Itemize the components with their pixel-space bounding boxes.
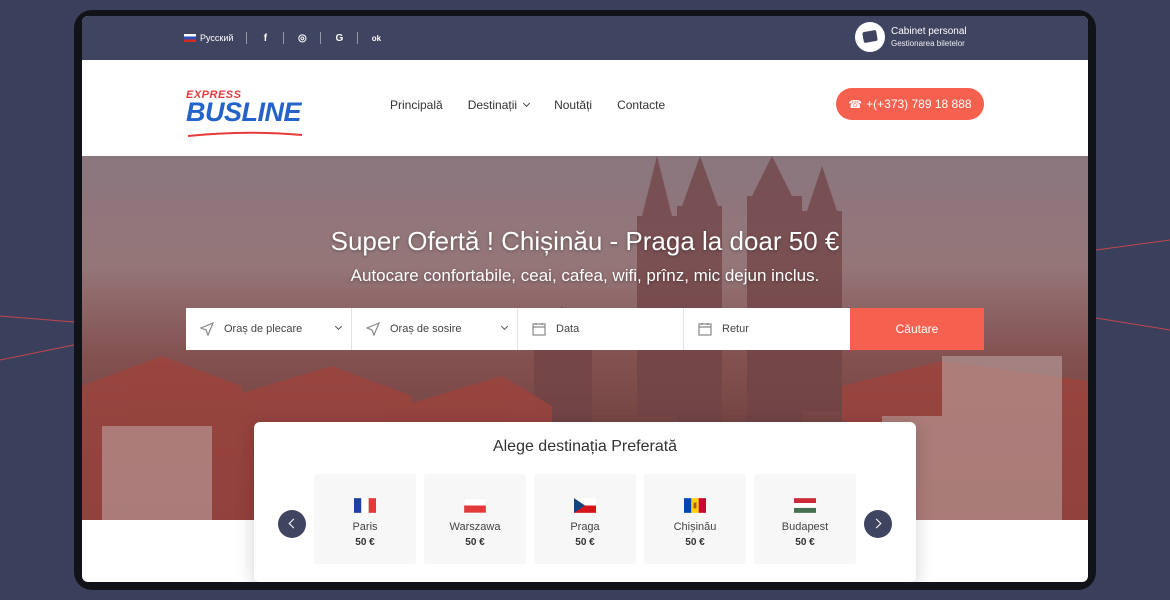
date-placeholder: Data: [556, 323, 580, 335]
destinations-card: Alege destinația Preferată Paris 50 € Wa…: [254, 422, 916, 582]
location-arrow-icon: [366, 322, 380, 336]
main-nav: Principală Destinații Noutăți Contacte: [390, 98, 690, 112]
location-arrow-icon: [200, 322, 214, 336]
nav-item-destinatii[interactable]: Destinații: [468, 98, 531, 112]
destination-price: 50 €: [355, 537, 375, 548]
hero-title: Super Ofertă ! Chișinău - Praga la doar …: [330, 226, 840, 256]
destinations-title: Alege destinația Preferată: [492, 438, 678, 455]
chevron-down-icon: [500, 322, 509, 331]
search-form: Oraș de plecare Oraș de sosire Data Retu…: [186, 308, 984, 350]
nav-item-noutati[interactable]: Noutăți: [554, 98, 592, 112]
cabinet-title: Cabinet personal: [891, 26, 967, 37]
destination-city: Paris: [352, 521, 378, 533]
destination-card-paris[interactable]: Paris 50 €: [314, 474, 416, 564]
chevron-down-icon: [523, 99, 531, 107]
phone-icon: ☎: [848, 98, 863, 111]
phone-prefix: +: [866, 97, 874, 111]
carousel-next-button[interactable]: [864, 510, 892, 538]
top-bar: Русский f ◎ G ok Cabinet personal Gestio…: [82, 16, 1088, 60]
destination-price: 50 €: [575, 537, 595, 548]
calendar-icon: [532, 323, 546, 336]
personal-cabinet-link[interactable]: Cabinet personal Gestionarea biletelor: [855, 22, 967, 52]
search-button[interactable]: Căutare: [850, 308, 984, 350]
destinations-list: Paris 50 € Warszawa 50 € Praga 50 € Chiș…: [314, 474, 864, 564]
destination-city: Chișinău: [673, 521, 717, 533]
destination-price: 50 €: [685, 537, 705, 548]
ticket-icon: [855, 22, 885, 52]
phone-number: (+373) 789 18 888: [873, 97, 972, 111]
nav-item-principala[interactable]: Principală: [390, 98, 443, 112]
departure-city-select[interactable]: Oraș de plecare: [186, 308, 352, 350]
facebook-icon[interactable]: f: [260, 33, 270, 44]
destination-price: 50 €: [795, 537, 815, 548]
destination-card-praga[interactable]: Praga 50 €: [534, 474, 636, 564]
destination-price: 50 €: [465, 537, 485, 548]
carousel-prev-button[interactable]: [278, 510, 306, 538]
moldova-flag-icon: [684, 498, 706, 513]
nav-item-contacte[interactable]: Contacte: [617, 98, 665, 112]
destination-city: Budapest: [781, 521, 829, 533]
return-date-input[interactable]: Retur: [684, 308, 850, 350]
odnoklassniki-icon[interactable]: ok: [371, 34, 381, 43]
destination-card-warszawa[interactable]: Warszawa 50 €: [424, 474, 526, 564]
date-input[interactable]: Data: [518, 308, 684, 350]
phone-button[interactable]: ☎ + (+373) 789 18 888: [836, 88, 984, 120]
google-icon[interactable]: G: [334, 33, 344, 44]
logo[interactable]: EXPRESS BUSLINE: [186, 90, 304, 142]
czech-flag-icon: [574, 498, 596, 513]
departure-city-placeholder: Oraș de plecare: [224, 323, 303, 335]
language-selector[interactable]: Русский: [184, 33, 233, 43]
destination-card-chisinau[interactable]: Chișinău 50 €: [644, 474, 746, 564]
logo-swoosh: [187, 131, 303, 137]
calendar-icon: [698, 323, 712, 336]
arrival-city-placeholder: Oraș de sosire: [390, 323, 462, 335]
chevron-down-icon: [334, 322, 343, 331]
hero-subtitle: Autocare confortabile, ceai, cafea, wifi…: [350, 266, 820, 285]
logo-main-text: BUSLINE: [186, 97, 302, 127]
destination-city: Warszawa: [449, 521, 501, 533]
france-flag-icon: [354, 498, 376, 513]
poland-flag-icon: [464, 498, 486, 513]
cabinet-subtitle: Gestionarea biletelor: [891, 39, 965, 48]
language-label: Русский: [200, 33, 234, 43]
destination-city: Praga: [570, 521, 600, 533]
hungary-flag-icon: [794, 498, 816, 513]
return-date-placeholder: Retur: [722, 323, 749, 335]
instagram-icon[interactable]: ◎: [297, 33, 307, 44]
site-header: EXPRESS BUSLINE Principală Destinații No…: [82, 60, 1088, 156]
destination-card-budapest[interactable]: Budapest 50 €: [754, 474, 856, 564]
browser-screen: Русский f ◎ G ok Cabinet personal Gestio…: [82, 16, 1088, 582]
arrival-city-select[interactable]: Oraș de sosire: [352, 308, 518, 350]
russia-flag-icon: [184, 34, 196, 42]
